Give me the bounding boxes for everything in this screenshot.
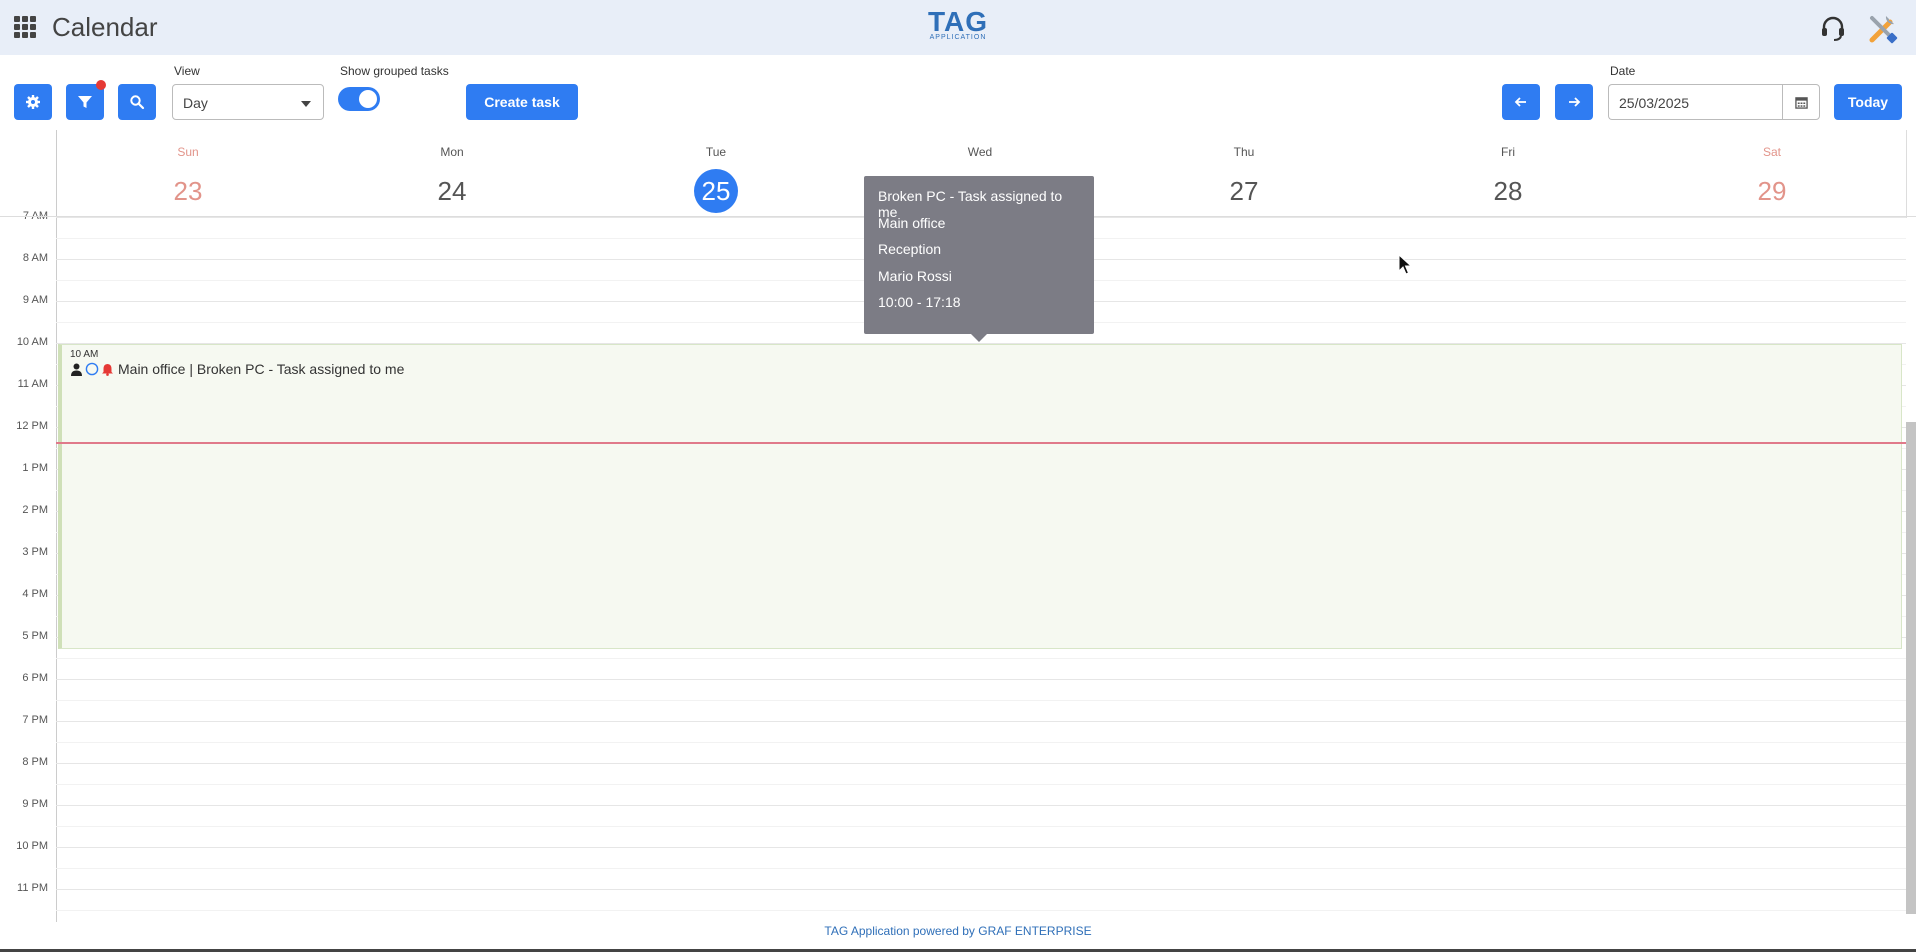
tooltip-arrow (971, 334, 987, 342)
hour-label: 10 PM (16, 840, 48, 852)
bell-icon (102, 363, 113, 376)
hour-label: 1 PM (22, 462, 48, 474)
hour-label: 9 AM (22, 294, 48, 306)
grouped-tasks-label: Show grouped tasks (340, 64, 449, 78)
hour-gridline (56, 847, 1906, 848)
tooltip-title: Broken PC - Task assigned to me (878, 188, 1063, 220)
hour-label: 7 PM (22, 714, 48, 726)
arrow-left-icon (1514, 97, 1526, 107)
date-field[interactable]: 25/03/2025 (1608, 84, 1782, 120)
tooltip-area: Reception (878, 241, 942, 257)
logo-sub-text: APPLICATION (929, 34, 987, 41)
day-number: 29 (1757, 176, 1787, 206)
search-button[interactable] (118, 84, 156, 120)
next-button[interactable] (1555, 84, 1593, 120)
view-select[interactable]: Day (172, 84, 324, 120)
tooltip-person: Mario Rossi (878, 267, 952, 284)
half-hour-gridline (56, 658, 1906, 659)
hour-label: 10 AM (16, 336, 48, 348)
event-start-time: 10 AM (70, 349, 99, 360)
day-header-tue[interactable]: Tue 25 (584, 130, 848, 213)
half-hour-gridline (56, 826, 1906, 827)
hour-gridline (56, 721, 1906, 722)
search-icon (130, 95, 145, 110)
half-hour-gridline (56, 700, 1906, 701)
filter-button[interactable] (66, 80, 106, 120)
settings-button[interactable] (14, 84, 52, 120)
day-header-thu[interactable]: Thu 27 (1112, 130, 1376, 213)
day-name: Mon (440, 145, 464, 159)
logo-main-text: TAG (928, 6, 989, 37)
date-label: Date (1610, 64, 1636, 78)
half-hour-gridline (56, 784, 1906, 785)
vertical-scrollbar[interactable] (1906, 422, 1916, 914)
view-select-value: Day (183, 95, 208, 111)
today-day-number: 25 (694, 169, 738, 213)
half-hour-gridline (56, 910, 1906, 911)
mouse-cursor-icon (1398, 254, 1412, 275)
hour-label: 3 PM (22, 546, 48, 558)
hour-label: 9 PM (22, 798, 48, 810)
event-tooltip: Broken PC - Task assigned to me Main off… (864, 176, 1094, 342)
calendar-event[interactable]: 10 AM Main office | Broken PC - Task ass… (58, 344, 1902, 649)
arrow-right-icon (1569, 97, 1581, 107)
filter-active-badge (96, 80, 106, 90)
view-label: View (174, 64, 200, 78)
apps-grid-icon[interactable] (14, 16, 36, 38)
day-name: Tue (705, 145, 727, 159)
half-hour-gridline (56, 868, 1906, 869)
status-circle-icon (85, 362, 99, 376)
day-header-sat[interactable]: Sat 29 (1640, 130, 1904, 213)
day-number: 24 (437, 176, 467, 206)
tools-icon[interactable] (1864, 10, 1900, 46)
today-button[interactable]: Today (1834, 84, 1902, 120)
tooltip-time-range: 10:00 - 17:18 (878, 294, 961, 310)
day-header-sun[interactable]: Sun 23 (56, 130, 320, 213)
hour-label: 2 PM (22, 504, 48, 516)
grouped-tasks-toggle[interactable] (338, 87, 380, 111)
calendar-icon (1794, 96, 1808, 109)
header-right-divider (1906, 130, 1907, 218)
hour-gridline (56, 805, 1906, 806)
date-picker-button[interactable] (1782, 84, 1820, 120)
hour-label: 8 AM (22, 252, 48, 264)
hour-label: 12 PM (16, 420, 48, 432)
hour-label: 11 AM (17, 378, 48, 390)
hour-gridline (56, 763, 1906, 764)
create-task-button[interactable]: Create task (466, 84, 578, 120)
day-number: 28 (1493, 176, 1523, 206)
half-hour-gridline (56, 742, 1906, 743)
day-header-mon[interactable]: Mon 24 (320, 130, 584, 213)
footer-text: TAG Application powered by GRAF ENTERPRI… (824, 924, 1092, 938)
hour-label: 6 PM (22, 672, 48, 684)
hour-gridline (56, 889, 1906, 890)
hour-label: 5 PM (22, 630, 48, 642)
hour-gridline (56, 679, 1906, 680)
event-title: Main office | Broken PC - Task assigned … (118, 361, 405, 377)
day-name: Sat (1762, 145, 1781, 159)
hour-label: 11 PM (17, 882, 48, 894)
day-number: 27 (1229, 176, 1259, 206)
gear-icon (26, 95, 40, 109)
toggle-knob (359, 90, 377, 108)
day-number: 23 (173, 176, 203, 206)
day-name: Fri (1501, 145, 1515, 159)
top-bar: Calendar TAG APPLICATION (0, 0, 1916, 55)
person-icon (71, 363, 82, 376)
headset-icon[interactable] (1818, 13, 1848, 43)
chevron-down-icon (301, 101, 311, 107)
day-name: Wed (967, 145, 993, 159)
day-name: Thu (1233, 145, 1255, 159)
hour-label: 4 PM (22, 588, 48, 600)
tooltip-location: Main office (878, 214, 946, 231)
page-title: Calendar (52, 12, 158, 42)
day-name: Sun (177, 145, 199, 159)
filter-icon (78, 96, 92, 108)
previous-button[interactable] (1502, 84, 1540, 120)
current-time-line (56, 442, 1906, 444)
hour-label: 8 PM (22, 756, 48, 768)
tag-logo[interactable]: TAG APPLICATION (928, 8, 988, 42)
day-header-fri[interactable]: Fri 28 (1376, 130, 1640, 213)
